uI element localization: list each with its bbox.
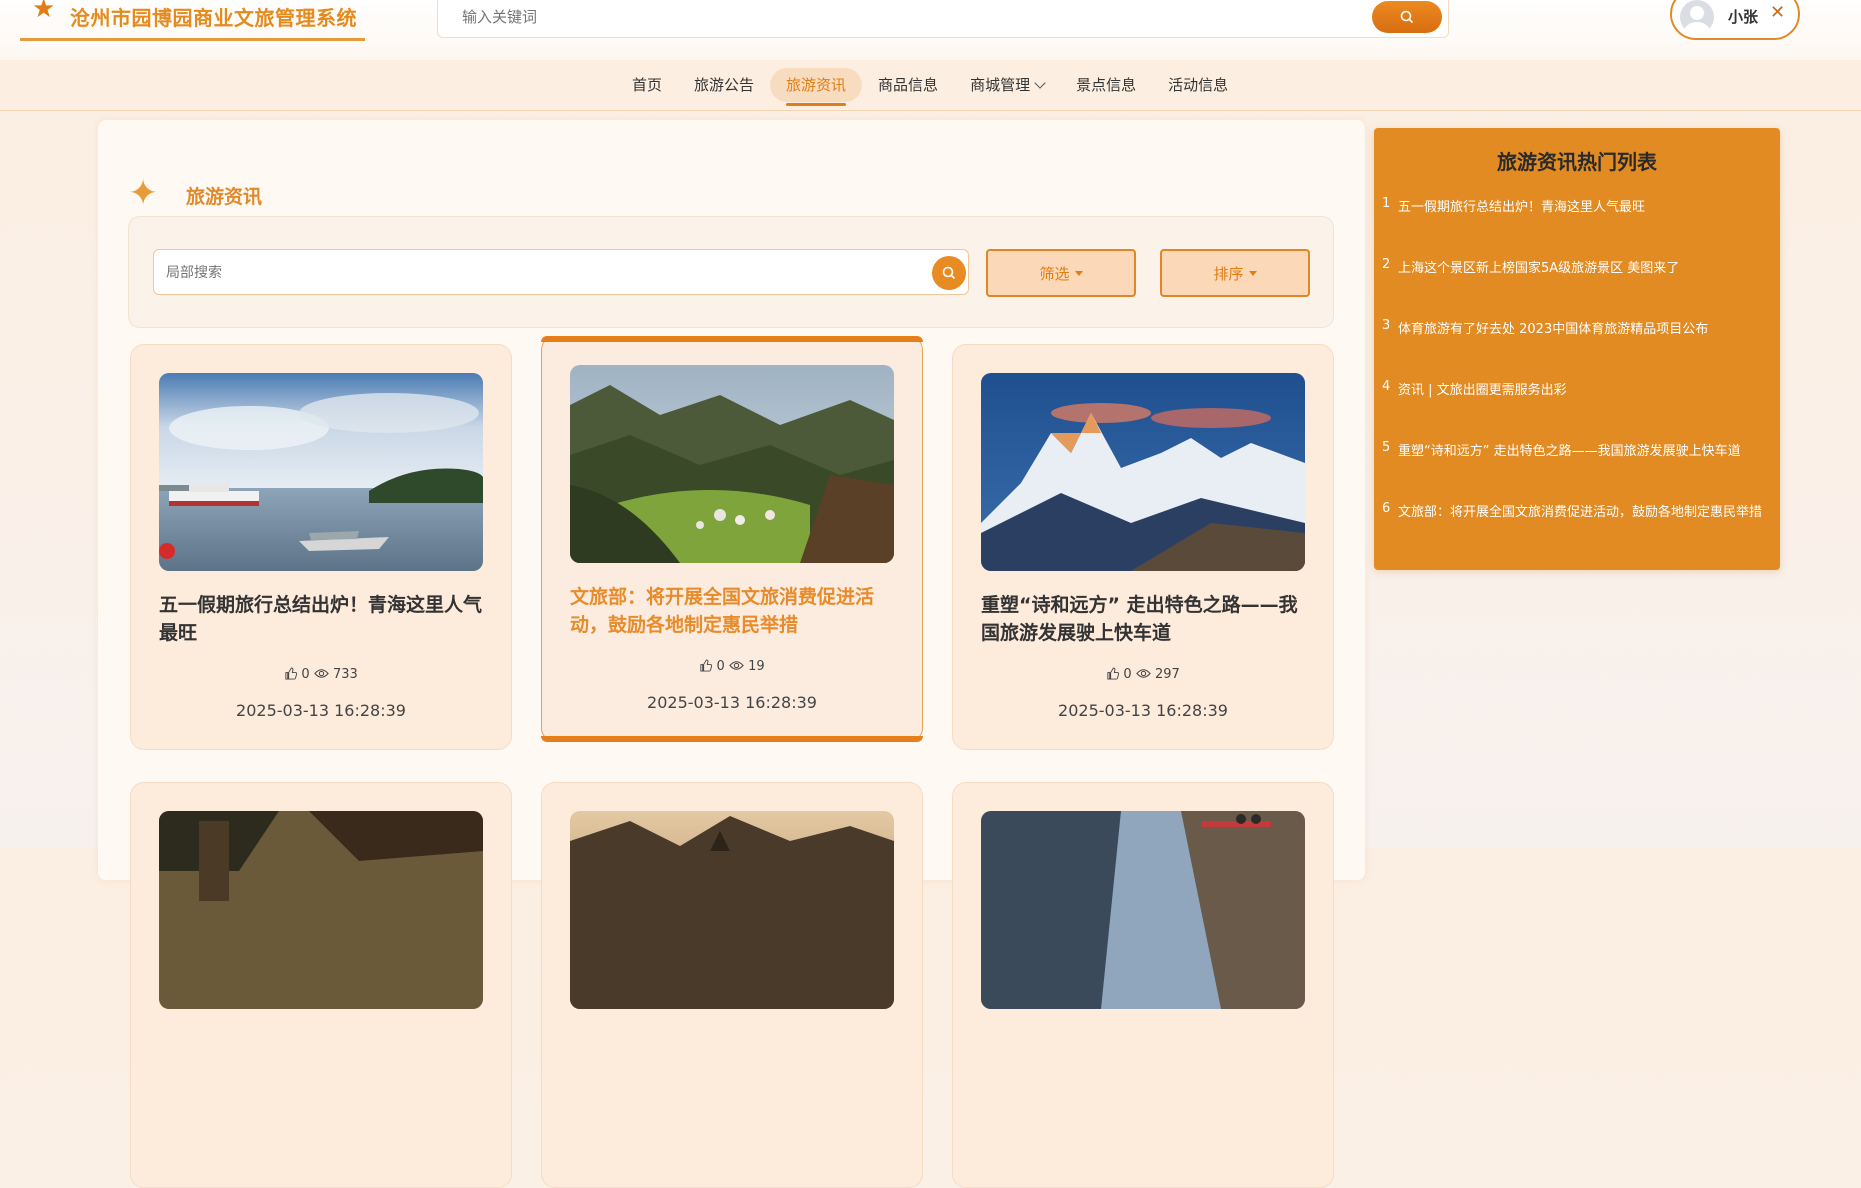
global-search-button[interactable] [1372, 1, 1442, 33]
news-image[interactable] [159, 811, 483, 1009]
sort-dropdown-button[interactable]: 排序 [1160, 249, 1310, 297]
local-search [153, 249, 969, 295]
news-stats: 0 19 [542, 659, 922, 674]
like-count: 0 [301, 667, 310, 682]
hot-news-item[interactable]: 3 体育旅游有了好去处 2023中国体育旅游精品项目公布 [1382, 318, 1774, 379]
nav-item-mall-management[interactable]: 商城管理 [954, 68, 1060, 102]
hot-news-item[interactable]: 5 重塑“诗和远方” 走出特色之路——我国旅游发展驶上快车道 [1382, 440, 1774, 501]
thumbs-up-icon[interactable] [284, 667, 298, 680]
caret-down-icon [1074, 270, 1083, 276]
sparkle-icon: ✦ [128, 173, 159, 214]
news-card[interactable]: 五一假期旅行总结出炉！青海这里人气最旺 0 733 2025-03-13 16:… [130, 344, 512, 750]
sort-label: 排序 [1213, 264, 1244, 283]
news-image-forest[interactable] [570, 365, 894, 563]
news-image[interactable] [981, 811, 1305, 1009]
hot-rank: 1 [1382, 196, 1391, 211]
caret-down-icon [1248, 270, 1257, 276]
main-content: ✦ 旅游资讯 筛选 排序 [98, 120, 1365, 1188]
eye-icon [729, 661, 744, 670]
nav-item-announcements[interactable]: 旅游公告 [678, 68, 770, 102]
nav-item-home[interactable]: 首页 [616, 68, 678, 102]
star-logo-icon: ★ [32, 0, 56, 24]
global-search-input[interactable] [460, 3, 1364, 31]
local-search-button[interactable] [932, 256, 966, 290]
hot-news-item[interactable]: 6 文旅部：将开展全国文旅消费促进活动，鼓励各地制定惠民举措 [1382, 501, 1774, 562]
chevron-down-icon [1034, 77, 1046, 89]
filter-dropdown-button[interactable]: 筛选 [986, 249, 1136, 297]
filter-label: 筛选 [1039, 264, 1070, 283]
hot-text: 资讯 | 文旅出圈更需服务出彩 [1398, 383, 1567, 398]
hot-rank: 2 [1382, 257, 1391, 272]
hot-news-item[interactable]: 2 上海这个景区新上榜国家5A级旅游景区 美图来了 [1382, 257, 1774, 318]
view-count: 297 [1154, 667, 1180, 682]
main-nav: 首页 旅游公告 旅游资讯 商品信息 商城管理 景点信息 活动信息 [0, 60, 1861, 111]
news-date: 2025-03-13 16:28:39 [236, 701, 406, 720]
global-search [437, 0, 1449, 38]
news-card[interactable]: 重塑“诗和远方” 走出特色之路——我国旅游发展驶上快车道 0 297 2025-… [952, 344, 1334, 750]
news-card[interactable]: 文旅部：将开展全国文旅消费促进活动，鼓励各地制定惠民举措 0 19 2025-0… [541, 336, 923, 742]
nav-item-activities[interactable]: 活动信息 [1152, 68, 1244, 102]
news-image-lake[interactable] [159, 373, 483, 571]
news-card[interactable] [952, 782, 1334, 1188]
nav-item-travel-news[interactable]: 旅游资讯 [770, 68, 863, 106]
hot-rank: 6 [1382, 501, 1391, 516]
hot-rank: 5 [1382, 440, 1391, 455]
search-icon [942, 266, 956, 280]
hot-rank: 4 [1382, 379, 1391, 394]
site-title: 沧州市园博园商业文旅管理系统 [70, 6, 357, 30]
hot-news-title: 旅游资讯热门列表 [1497, 150, 1657, 174]
site-logo[interactable]: ★ 沧州市园博园商业文旅管理系统 [20, 0, 365, 41]
like-count: 0 [716, 659, 725, 674]
hot-text: 重塑“诗和远方” 走出特色之路——我国旅游发展驶上快车道 [1398, 444, 1741, 459]
hot-rank: 3 [1382, 318, 1391, 333]
hot-text: 体育旅游有了好去处 2023中国体育旅游精品项目公布 [1398, 322, 1709, 337]
user-name: 小张 [1728, 8, 1759, 26]
local-search-input[interactable] [164, 260, 908, 286]
hot-news-panel: 旅游资讯热门列表 1 五一假期旅行总结出炉！青海这里人气最旺 2 上海这个景区新上榜… [1374, 128, 1780, 570]
nav-item-products[interactable]: 商品信息 [862, 68, 954, 102]
hot-news-item[interactable]: 1 五一假期旅行总结出炉！青海这里人气最旺 [1382, 196, 1774, 257]
hot-news-item[interactable]: 4 资讯 | 文旅出圈更需服务出彩 [1382, 379, 1774, 440]
top-header: ★ 沧州市园博园商业文旅管理系统 小张 ✕ [0, 0, 1861, 60]
news-date: 2025-03-13 16:28:39 [1058, 701, 1228, 720]
view-count: 733 [332, 667, 358, 682]
news-stats: 0 297 [953, 667, 1333, 682]
filter-panel: 筛选 排序 [128, 216, 1334, 328]
news-image[interactable] [570, 811, 894, 1009]
view-count: 19 [748, 659, 765, 674]
nav-item-attractions[interactable]: 景点信息 [1060, 68, 1152, 102]
eye-icon [314, 669, 329, 678]
news-card[interactable] [541, 782, 923, 1188]
thumbs-up-icon[interactable] [699, 659, 713, 672]
like-count: 0 [1123, 667, 1132, 682]
hot-news-list: 1 五一假期旅行总结出炉！青海这里人气最旺 2 上海这个景区新上榜国家5A级旅游景区… [1382, 196, 1774, 562]
section-title: 旅游资讯 [186, 186, 263, 208]
search-icon [1400, 10, 1414, 24]
news-image-mountains[interactable] [981, 373, 1305, 571]
news-title[interactable]: 五一假期旅行总结出炉！青海这里人气最旺 [159, 591, 489, 647]
thumbs-up-icon[interactable] [1106, 667, 1120, 680]
news-stats: 0 733 [131, 667, 511, 682]
nav-item-mall-label: 商城管理 [970, 76, 1031, 94]
close-icon[interactable]: ✕ [1770, 2, 1785, 23]
news-date: 2025-03-13 16:28:39 [647, 693, 817, 712]
user-menu[interactable]: 小张 ✕ [1670, 0, 1800, 40]
news-title[interactable]: 重塑“诗和远方” 走出特色之路——我国旅游发展驶上快车道 [981, 591, 1311, 647]
news-card[interactable] [130, 782, 512, 1188]
hot-text: 五一假期旅行总结出炉！青海这里人气最旺 [1398, 200, 1646, 215]
avatar [1680, 0, 1714, 34]
hot-text: 文旅部：将开展全国文旅消费促进活动，鼓励各地制定惠民举措 [1398, 505, 1763, 520]
news-title[interactable]: 文旅部：将开展全国文旅消费促进活动，鼓励各地制定惠民举措 [570, 583, 900, 639]
eye-icon [1136, 669, 1151, 678]
hot-text: 上海这个景区新上榜国家5A级旅游景区 美图来了 [1398, 261, 1680, 276]
